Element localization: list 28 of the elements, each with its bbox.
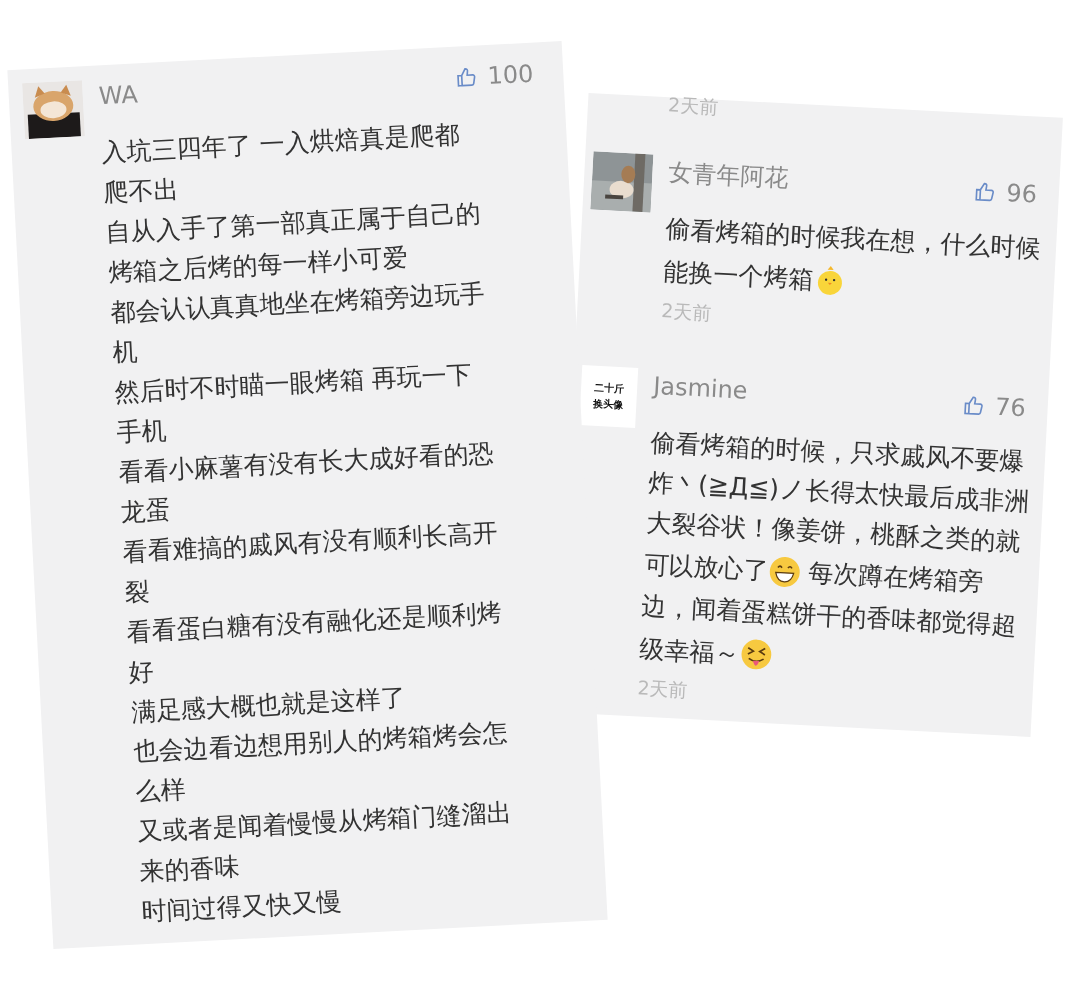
thumbs-up-icon[interactable] — [973, 180, 997, 204]
thumbs-up-icon[interactable] — [962, 394, 986, 418]
comment-text: 能换一个烤箱 — [662, 258, 814, 294]
comment-text: 级幸福～ — [638, 635, 741, 669]
comment-line: 机 — [111, 337, 138, 367]
comment-line: 时间过得又快又慢 — [140, 887, 343, 927]
like-count: 96 — [1005, 179, 1038, 209]
avatar-text: 换头像 — [592, 396, 624, 413]
comment-line: 爬不出 — [103, 175, 180, 208]
comment-line: 入坑三四年了 一入烘焙真是爬都 — [101, 120, 461, 168]
comment-line: 么样 — [134, 775, 186, 807]
comment-text: 可以放心了 — [643, 550, 770, 586]
timestamp: 2天前 — [667, 93, 719, 118]
comment-line: 来的香味 — [138, 853, 241, 887]
timestamp: 2天前 — [660, 298, 713, 326]
user-name[interactable]: WA — [97, 77, 139, 114]
like-count: 100 — [486, 59, 534, 90]
timestamp: 2天前 — [636, 675, 690, 703]
like-count: 76 — [994, 392, 1027, 423]
comment-line: 手机 — [115, 416, 168, 447]
comment-line: 龙蛋 — [119, 496, 172, 527]
avatar-text: 二十斤 — [593, 380, 625, 397]
user-name[interactable]: 女青年阿花 — [667, 155, 790, 196]
comment-line: 裂 — [124, 577, 151, 607]
grin-emoji-icon — [767, 555, 802, 589]
comment-text: 每次蹲在烤箱旁 — [806, 558, 985, 597]
comment-line: 好 — [128, 657, 155, 687]
user-name[interactable]: Jasmine — [652, 368, 749, 408]
